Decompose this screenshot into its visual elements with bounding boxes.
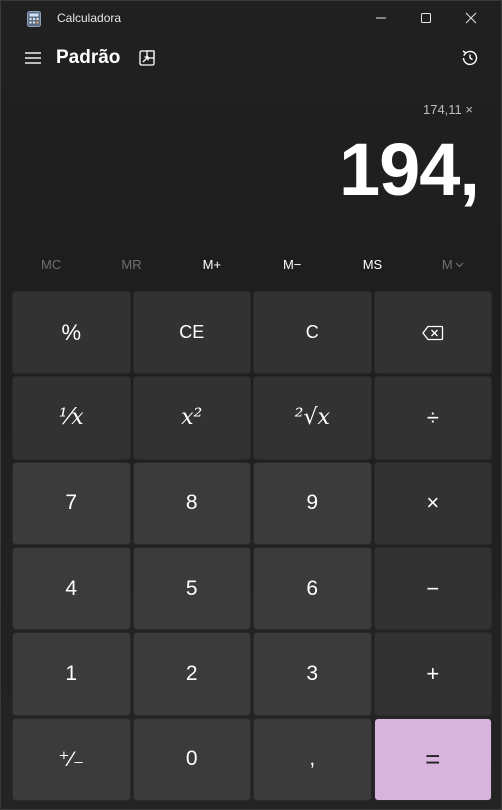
keep-on-top-icon bbox=[139, 50, 155, 66]
memory-list-label: M bbox=[441, 257, 453, 272]
percent-button[interactable]: % bbox=[12, 291, 131, 375]
digit-6-button[interactable]: 6 bbox=[253, 547, 372, 631]
clear-entry-button[interactable]: CE bbox=[132, 291, 251, 375]
memory-row: MC MR M+ M− MS M bbox=[11, 251, 493, 279]
digit-2-button[interactable]: 2 bbox=[132, 632, 251, 716]
minimize-icon bbox=[376, 17, 386, 19]
digit-3-button[interactable]: 3 bbox=[253, 632, 372, 716]
memory-add-button[interactable]: M+ bbox=[172, 251, 252, 279]
reciprocal-button[interactable]: ⅟x bbox=[12, 376, 131, 460]
digit-1-button[interactable]: 1 bbox=[12, 632, 131, 716]
divide-button[interactable]: ÷ bbox=[373, 376, 492, 460]
close-icon bbox=[465, 12, 477, 24]
title-bar[interactable]: Calculadora bbox=[1, 1, 501, 35]
window-title: Calculadora bbox=[57, 11, 122, 25]
reciprocal-label: ⅟x bbox=[58, 405, 84, 431]
calculator-app-icon bbox=[27, 11, 41, 27]
maximize-button[interactable] bbox=[403, 1, 449, 35]
decimal-separator-button[interactable]: , bbox=[253, 717, 372, 801]
backspace-button[interactable] bbox=[373, 291, 492, 375]
chevron-down-icon bbox=[455, 262, 464, 268]
square-root-button[interactable]: ²√x bbox=[253, 376, 372, 460]
keep-on-top-button[interactable] bbox=[135, 47, 159, 69]
result-display: 194, bbox=[338, 128, 480, 211]
square-label: x² bbox=[181, 405, 203, 431]
memory-recall-button[interactable]: MR bbox=[91, 251, 171, 279]
clear-button[interactable]: C bbox=[253, 291, 372, 375]
hamburger-icon bbox=[25, 52, 41, 64]
calculator-window: Calculadora Padrão 174,11 × 194, MC MR M… bbox=[0, 0, 502, 810]
mode-title: Padrão bbox=[56, 47, 121, 68]
plus-button[interactable]: + bbox=[373, 632, 492, 716]
equals-button[interactable]: = bbox=[373, 717, 492, 801]
multiply-button[interactable]: × bbox=[373, 461, 492, 545]
close-button[interactable] bbox=[448, 1, 494, 35]
digit-8-button[interactable]: 8 bbox=[132, 461, 251, 545]
memory-list-button[interactable]: M bbox=[413, 251, 493, 279]
memory-store-button[interactable]: MS bbox=[332, 251, 412, 279]
negate-button[interactable]: ⁺⁄₋ bbox=[12, 717, 131, 801]
digit-0-button[interactable]: 0 bbox=[132, 717, 251, 801]
history-icon bbox=[462, 50, 478, 66]
navigation-menu-button[interactable] bbox=[21, 47, 45, 69]
square-button[interactable]: x² bbox=[132, 376, 251, 460]
maximize-icon bbox=[421, 13, 431, 23]
square-root-label: ²√x bbox=[294, 405, 330, 431]
minus-button[interactable]: − bbox=[373, 547, 492, 631]
memory-subtract-button[interactable]: M− bbox=[252, 251, 332, 279]
digit-5-button[interactable]: 5 bbox=[132, 547, 251, 631]
digit-7-button[interactable]: 7 bbox=[12, 461, 131, 545]
digit-4-button[interactable]: 4 bbox=[12, 547, 131, 631]
history-button[interactable] bbox=[458, 47, 482, 69]
keypad: % CE C ⅟x x² ²√x ÷ 7 8 9 × 4 5 6 − 1 2 3 bbox=[12, 291, 492, 801]
memory-clear-button[interactable]: MC bbox=[11, 251, 91, 279]
digit-9-button[interactable]: 9 bbox=[253, 461, 372, 545]
expression-display: 174,11 × bbox=[422, 102, 473, 117]
minimize-button[interactable] bbox=[358, 1, 404, 35]
backspace-icon bbox=[421, 325, 443, 340]
